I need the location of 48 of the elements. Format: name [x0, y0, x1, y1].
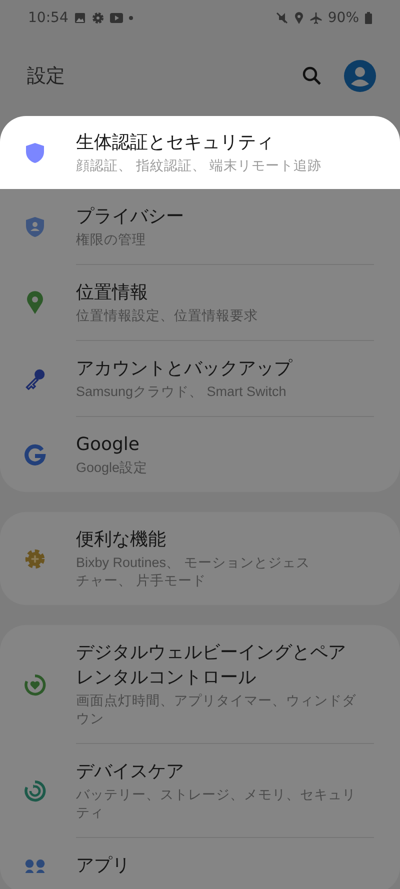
image-icon [74, 12, 86, 24]
item-subtitle: 顔認証、 指紋認証、 端末リモート追跡 [76, 157, 323, 175]
item-subtitle: バッテリー、ストレージ、メモリ、セキュリ ティ [76, 786, 357, 822]
item-title: Google [76, 433, 140, 457]
item-subtitle: Samsungクラウド、 Smart Switch [76, 383, 288, 401]
item-title: アカウントとバックアップ [76, 357, 294, 381]
video-icon [110, 13, 124, 23]
g-letter-icon [24, 444, 46, 466]
shield-icon [25, 142, 45, 164]
refresh-ring-icon [24, 780, 46, 802]
settings-item[interactable]: プライバシー 権限の管理 [0, 189, 400, 265]
location-icon [294, 12, 304, 24]
dot-icon [129, 16, 134, 20]
battery-level: 90% [328, 10, 359, 26]
item-title: デジタルウェルビーイングとペア レンタルコントロール [76, 641, 347, 690]
avatar-icon[interactable] [344, 60, 376, 92]
settings-item[interactable]: デジタルウェルビーイングとペア レンタルコントロール 画面点灯時間、アプリタイマー、ウィンドダ ウン [0, 625, 400, 744]
battery-icon [365, 12, 372, 24]
settings-item[interactable]: 生体認証とセキュリティ 顔認証、 指紋認証、 端末リモート追跡 [0, 116, 400, 189]
item-subtitle: 位置情報設定、位置情報要求 [76, 307, 259, 325]
item-title: 位置情報 [76, 281, 149, 305]
clock-time: 10:54 [28, 10, 68, 26]
key-icon [24, 368, 46, 390]
settings-item[interactable]: デバイスケア バッテリー、ストレージ、メモリ、セキュリ ティ [0, 744, 400, 838]
page-title: 設定 [27, 64, 65, 89]
heart-ring-icon [24, 674, 46, 696]
item-subtitle: Bixby Routines、 モーションとジェス チャー、 片手モード [76, 554, 311, 590]
gear-plus-icon [24, 548, 46, 570]
settings-item[interactable]: Google Google設定 [0, 417, 400, 492]
shield-person-icon [25, 216, 45, 238]
search-icon [302, 66, 322, 86]
item-title: 便利な機能 [76, 528, 167, 552]
item-title: 生体認証とセキュリティ [76, 131, 275, 155]
settings-item[interactable]: 便利な機能 Bixby Routines、 モーションとジェス チャー、 片手モード [0, 512, 400, 605]
gear-icon [92, 12, 104, 24]
airplane-icon [310, 12, 322, 24]
dots-icon [24, 858, 46, 873]
item-subtitle: 権限の管理 [76, 231, 147, 249]
item-title: プライバシー [76, 205, 185, 229]
item-subtitle: Google設定 [76, 459, 149, 477]
item-title: アプリ [76, 854, 131, 878]
mute-icon [276, 12, 288, 24]
item-subtitle: 画面点灯時間、アプリタイマー、ウィンドダ ウン [76, 692, 357, 728]
settings-item[interactable]: アプリ [0, 838, 400, 889]
settings-item[interactable]: アカウントとバックアップ Samsungクラウド、 Smart Switch [0, 341, 400, 417]
settings-item[interactable]: 位置情報 位置情報設定、位置情報要求 [0, 265, 400, 341]
item-title: デバイスケア [76, 760, 185, 784]
location-pin-icon [26, 291, 44, 315]
